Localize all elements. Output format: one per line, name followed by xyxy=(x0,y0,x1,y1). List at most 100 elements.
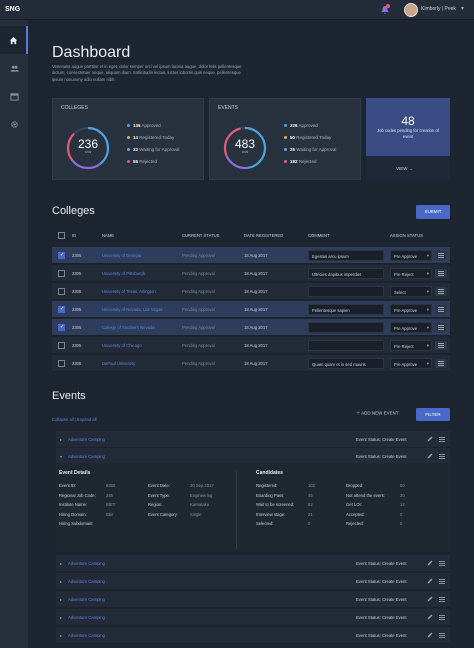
chevron-down-icon[interactable]: ▾ xyxy=(461,5,464,12)
event-row[interactable]: ▸ Adventure Camping Event Status: Create E… xyxy=(56,627,450,644)
stat-dot xyxy=(127,124,130,128)
event-row[interactable]: ▸ Adventure Camping Event Status: Create E… xyxy=(56,431,450,448)
row-checkbox[interactable] xyxy=(58,360,65,367)
assign-status-select[interactable]: Pre Approve xyxy=(390,358,432,369)
college-name-link[interactable]: University of Nevada, Las Vegas xyxy=(102,307,163,312)
chevron-right-icon[interactable]: ▸ xyxy=(60,633,62,638)
chevron-down-icon[interactable]: ▾ xyxy=(60,454,62,459)
edit-icon[interactable] xyxy=(427,614,433,620)
assign-status-select[interactable]: Pre Approve xyxy=(390,250,432,261)
college-name-link[interactable]: University of Pittsburgh xyxy=(102,271,145,276)
notification-dot xyxy=(386,4,390,8)
row-checkbox[interactable] xyxy=(58,324,65,331)
event-name-link[interactable]: Adventure Camping xyxy=(68,597,105,602)
row-checkbox[interactable] xyxy=(58,288,65,295)
comment-input[interactable] xyxy=(308,286,384,297)
comment-input[interactable]: Quam quam et in sed mauris xyxy=(308,358,384,369)
event-name-link[interactable]: Adventure Camping xyxy=(68,615,105,620)
comment-input[interactable] xyxy=(308,322,384,333)
event-row[interactable]: ▸ Adventure Camping Event Status: Create E… xyxy=(56,591,450,608)
event-row[interactable]: ▸ Adventure Camping Event Status: Create E… xyxy=(56,555,450,572)
row-menu-button[interactable] xyxy=(435,341,447,350)
table-row[interactable]: 2305 University of Georgia Pending Approva… xyxy=(52,247,450,264)
chevron-right-icon[interactable]: ▸ xyxy=(60,561,62,566)
view-link[interactable]: VIEW → xyxy=(396,166,413,171)
chevron-right-icon[interactable]: ▸ xyxy=(60,437,62,442)
filter-button[interactable]: FILTER xyxy=(416,408,450,421)
edit-icon[interactable] xyxy=(427,560,433,566)
event-name-link[interactable]: Adventure Camping xyxy=(68,579,105,584)
row-menu-button[interactable] xyxy=(435,269,447,278)
stat-dot xyxy=(284,148,287,152)
menu-icon[interactable] xyxy=(439,579,445,584)
sidebar-item-settings[interactable] xyxy=(0,110,28,138)
col-name[interactable]: NAME xyxy=(102,233,114,238)
app-logo[interactable]: SNG xyxy=(0,0,28,20)
col-date[interactable]: DATE REGISTERED xyxy=(244,233,283,238)
row-checkbox[interactable] xyxy=(58,252,65,259)
comment-input[interactable] xyxy=(308,340,384,351)
plus-icon: + xyxy=(356,410,361,417)
col-id[interactable]: ID xyxy=(72,233,76,238)
event-name-link[interactable]: Adventure Camping xyxy=(68,437,105,442)
menu-icon[interactable] xyxy=(439,633,445,638)
assign-status-select[interactable]: Pre Reject xyxy=(390,340,432,351)
sidebar-item-home[interactable] xyxy=(0,26,28,54)
edit-icon[interactable] xyxy=(427,436,433,442)
row-checkbox[interactable] xyxy=(58,342,65,349)
menu-icon[interactable] xyxy=(439,561,445,566)
stat-dot xyxy=(284,136,287,140)
edit-icon[interactable] xyxy=(427,453,433,459)
edit-icon[interactable] xyxy=(427,578,433,584)
row-menu-button[interactable] xyxy=(435,359,447,368)
assign-status-select[interactable]: Select xyxy=(390,286,432,297)
table-row[interactable]: 2305 University of Chicago Pending Approva… xyxy=(52,337,450,354)
menu-icon[interactable] xyxy=(439,437,445,442)
chevron-right-icon[interactable]: ▸ xyxy=(60,579,62,584)
college-date: 18 Aug 2017 xyxy=(244,253,268,258)
select-all-checkbox[interactable] xyxy=(58,232,65,239)
menu-icon[interactable] xyxy=(439,454,445,459)
row-menu-button[interactable] xyxy=(435,305,447,314)
event-name-link[interactable]: Adventure Camping xyxy=(68,633,105,638)
row-checkbox[interactable] xyxy=(58,306,65,313)
event-name-link[interactable]: Adventure Camping xyxy=(68,561,105,566)
comment-input[interactable]: Egestas arcu ipsum xyxy=(308,250,384,261)
col-status[interactable]: CURRENT STATUS xyxy=(182,233,219,238)
event-name-link[interactable]: Adventure Camping xyxy=(68,454,105,459)
assign-status-select[interactable]: Pre Approve xyxy=(390,304,432,315)
sidebar-item-users[interactable] xyxy=(0,54,28,82)
add-new-event-button[interactable]: + ADD NEW EVENT xyxy=(356,410,399,417)
row-menu-button[interactable] xyxy=(435,323,447,332)
avatar[interactable] xyxy=(404,3,418,17)
event-row[interactable]: ▸ Adventure Camping Event Status: Create E… xyxy=(56,573,450,590)
table-row[interactable]: 2305 University of Texas, Arlington Pendin… xyxy=(52,283,450,300)
assign-status-select[interactable]: Pre Reject xyxy=(390,268,432,279)
row-menu-button[interactable] xyxy=(435,287,447,296)
table-row[interactable]: 2305 University of Pittsburgh Pending Appr… xyxy=(52,265,450,282)
menu-icon[interactable] xyxy=(439,615,445,620)
comment-input[interactable]: Pellentesque sapien xyxy=(308,304,384,315)
assign-status-select[interactable]: Pre Approve xyxy=(390,322,432,333)
college-name-link[interactable]: University of Chicago xyxy=(102,343,142,348)
row-checkbox[interactable] xyxy=(58,270,65,277)
table-row[interactable]: 2305 College of Southern Nevada Pending Ap… xyxy=(52,319,450,336)
chevron-right-icon[interactable]: ▸ xyxy=(60,615,62,620)
table-row[interactable]: 2305 University of Nevada, Las Vegas Pendi… xyxy=(52,301,450,318)
menu-icon[interactable] xyxy=(439,597,445,602)
user-name[interactable]: Kimberly | Peek xyxy=(421,6,456,12)
college-name-link[interactable]: University of Texas, Arlington xyxy=(102,289,156,294)
college-name-link[interactable]: University of Georgia xyxy=(102,253,141,258)
college-name-link[interactable]: DePaul University xyxy=(102,361,135,366)
collapse-expand-links[interactable]: Collapse all | Expand all xyxy=(52,417,97,422)
edit-icon[interactable] xyxy=(427,632,433,638)
submit-button[interactable]: SUBMIT xyxy=(416,205,450,219)
chevron-right-icon[interactable]: ▸ xyxy=(60,597,62,602)
comment-input[interactable]: Ultricies dapibus imperdiet xyxy=(308,268,384,279)
sidebar-item-calendar[interactable] xyxy=(0,82,28,110)
edit-icon[interactable] xyxy=(427,596,433,602)
row-menu-button[interactable] xyxy=(435,251,447,260)
college-name-link[interactable]: College of Southern Nevada xyxy=(102,325,155,330)
event-row[interactable]: ▸ Adventure Camping Event Status: Create E… xyxy=(56,609,450,626)
table-row[interactable]: 2305 DePaul University Pending Approval 18 … xyxy=(52,355,450,372)
